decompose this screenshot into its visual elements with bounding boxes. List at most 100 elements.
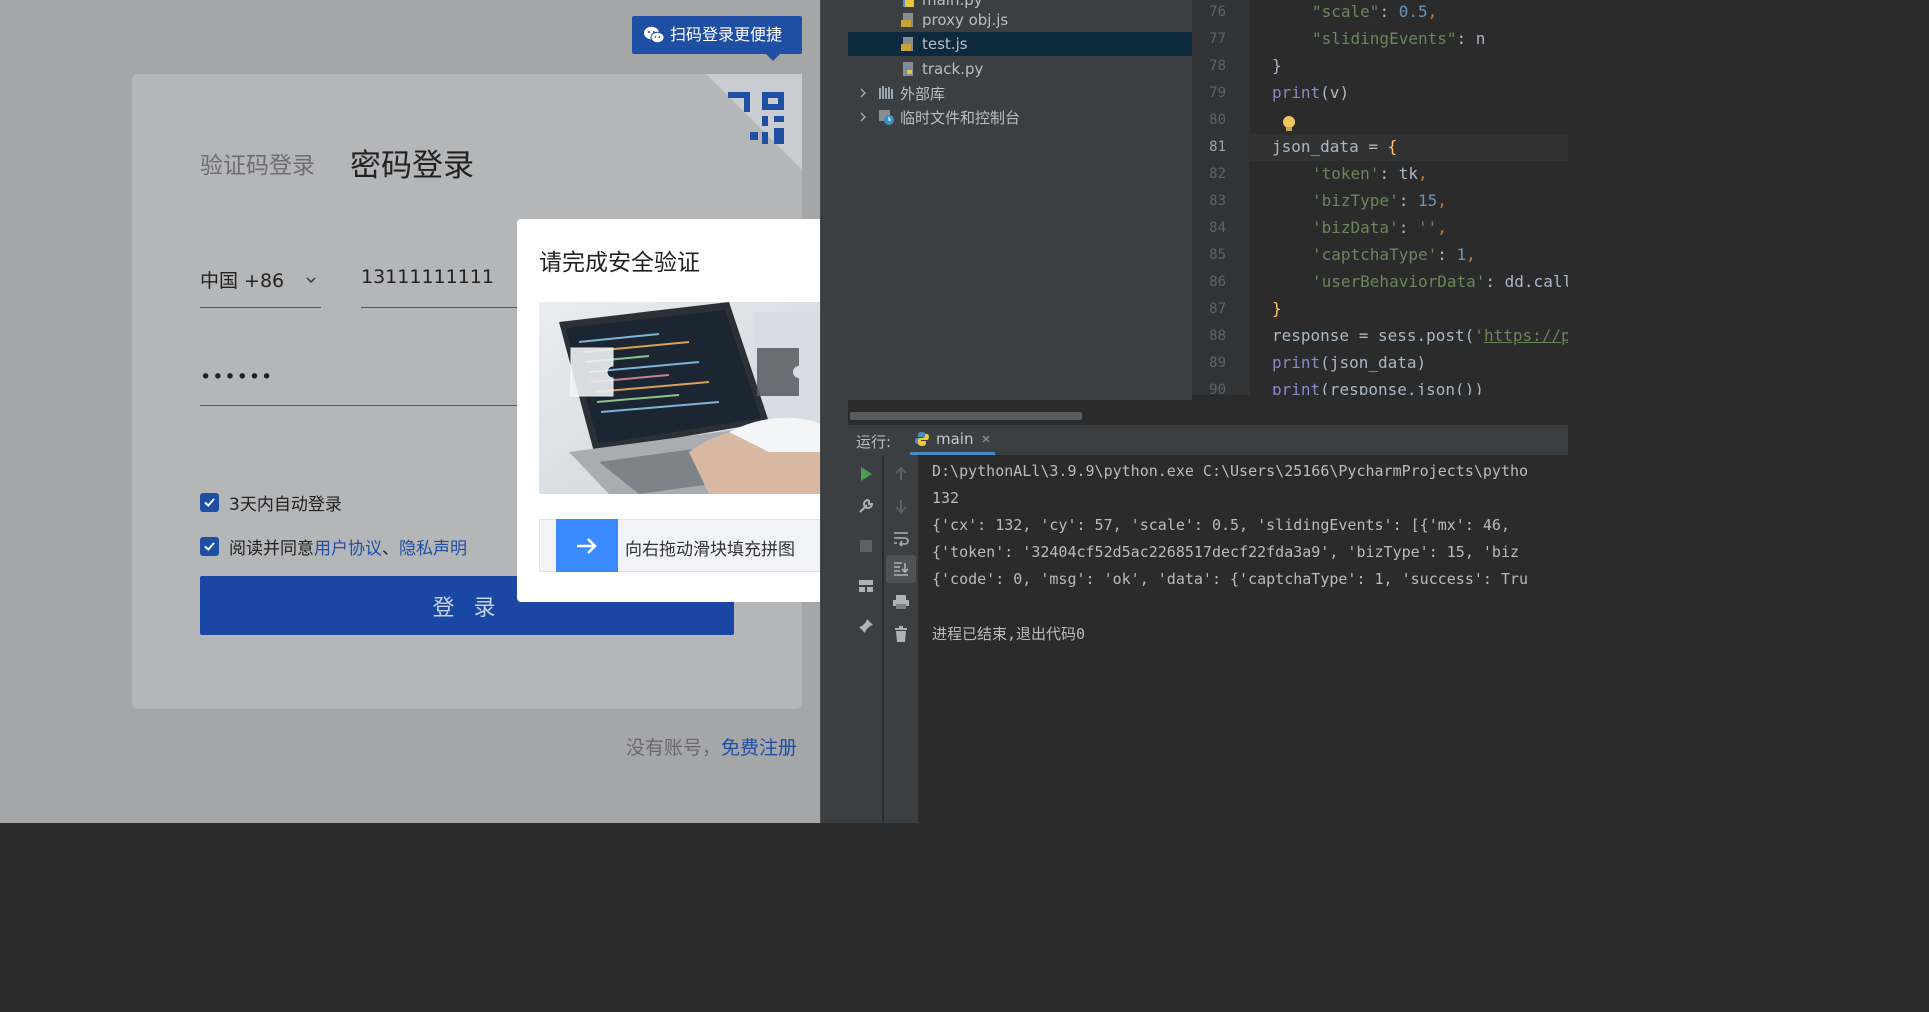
wrench-icon[interactable] [857, 497, 875, 515]
agreement-checkbox[interactable] [200, 537, 219, 556]
code-line-79: print(v) [1272, 83, 1350, 102]
tree-file-proxy[interactable]: proxy obj.js [900, 8, 1008, 32]
run-tab-label: main [936, 429, 974, 448]
print-icon[interactable] [892, 593, 910, 611]
layout-icon[interactable] [857, 577, 875, 595]
python-icon [915, 431, 929, 446]
qr-tip-text: 扫码登录更便捷 [670, 25, 783, 44]
line-number: 82 [1209, 166, 1226, 182]
tool-window-stripe [820, 0, 848, 823]
scroll-to-end-icon [894, 562, 909, 576]
window-divider [820, 0, 821, 823]
run-icon[interactable] [857, 465, 875, 483]
code-line-77: "slidingEvents": n [1312, 29, 1486, 48]
line-number-gutter: 76 77 78 79 80 81 82 83 84 85 86 87 88 8… [1192, 0, 1250, 395]
line-number: 79 [1209, 85, 1226, 101]
qr-toggle[interactable] [706, 74, 802, 170]
console-line: {'token': '32404cf52d5ac2268517decf22fda… [932, 543, 1519, 561]
security-verification-modal: 请完成安全验证 向右拖动滑块填充拼图 [517, 219, 820, 602]
tab-sms-login[interactable]: 验证码登录 [200, 146, 315, 180]
line-number: 78 [1209, 58, 1226, 74]
lightbulb-icon[interactable] [1281, 115, 1297, 133]
user-agreement-link[interactable]: 用户协议 [314, 534, 382, 559]
scratch-icon [879, 110, 894, 125]
code-line-83: 'bizType': 15, [1312, 191, 1447, 210]
privacy-link[interactable]: 隐私声明 [399, 534, 467, 559]
console-line: D:\pythonALl\3.9.9\python.exe C:\Users\2… [932, 462, 1529, 480]
register-prompt: 没有账号，免费注册 [626, 733, 797, 760]
checkmark-icon [204, 542, 215, 551]
auto-login-option[interactable]: 3天内自动登录 [200, 490, 342, 515]
tree-file-test-selected[interactable]: test.js [848, 32, 1192, 56]
soft-wrap-icon[interactable] [892, 529, 910, 547]
line-number: 80 [1209, 112, 1226, 128]
code-line-82: 'token': tk, [1312, 164, 1428, 183]
library-icon [879, 86, 893, 99]
run-label: 运行: [856, 433, 892, 451]
tree-label: track.py [922, 60, 984, 78]
auto-login-checkbox[interactable] [200, 493, 219, 512]
run-panel-header: 运行: main [848, 425, 1568, 455]
auto-login-label: 3天内自动登录 [229, 495, 342, 515]
pin-icon[interactable] [857, 617, 875, 635]
tree-label: proxy obj.js [922, 11, 1009, 29]
close-icon[interactable] [981, 434, 991, 444]
tree-label: test.js [922, 35, 968, 53]
tree-external-libraries[interactable]: 外部库 [858, 81, 945, 105]
slider-track[interactable]: 向右拖动滑块填充拼图 [539, 519, 820, 572]
line-number: 87 [1209, 301, 1226, 317]
stop-icon[interactable] [857, 537, 875, 555]
phone-input[interactable]: 13111111111 [361, 266, 531, 308]
console-line: 132 [932, 489, 960, 507]
wechat-icon [644, 26, 665, 44]
line-number: 90 [1209, 382, 1226, 395]
python-file-icon [903, 62, 913, 76]
line-number: 86 [1209, 274, 1226, 290]
browser-viewport: 扫码登录更便捷 验证码登录 密码登录 中国 +86 13111111111 ••… [0, 0, 820, 823]
console-line: {'cx': 132, 'cy': 57, 'scale': 0.5, 'sli… [932, 516, 1510, 534]
code-line-85: 'captchaType': 1, [1312, 245, 1476, 264]
captcha-puzzle-image [539, 302, 820, 494]
tree-file-track[interactable]: track.py [900, 57, 983, 81]
tree-scratches[interactable]: 临时文件和控制台 [858, 105, 1020, 129]
run-toolbar-primary [848, 455, 882, 823]
tab-run-main[interactable]: main [910, 425, 996, 455]
qr-login-tip[interactable]: 扫码登录更便捷 [632, 16, 802, 61]
country-code-select[interactable]: 中国 +86 [200, 266, 321, 308]
code-line-87: } [1272, 299, 1282, 318]
no-account-text: 没有账号， [626, 737, 722, 759]
chevron-right-icon [860, 88, 866, 98]
line-number: 84 [1209, 220, 1226, 236]
code-line-84: 'bizData': '', [1312, 218, 1447, 237]
code-line-76: "scale": 0.5, [1312, 2, 1438, 21]
horizontal-scrollbar[interactable] [850, 412, 1082, 420]
line-number: 77 [1209, 31, 1226, 47]
password-input[interactable]: •••••• [200, 366, 530, 406]
code-editor[interactable]: 76 77 78 79 80 81 82 83 84 85 86 87 88 8… [1192, 0, 1568, 395]
code-line-78: } [1272, 56, 1282, 75]
trash-icon[interactable] [892, 625, 910, 643]
console-line: {'code': 0, 'msg': 'ok', 'data': {'captc… [932, 570, 1529, 588]
line-number: 85 [1209, 247, 1226, 263]
line-number: 83 [1209, 193, 1226, 209]
code-line-89: print(json_data) [1272, 353, 1427, 372]
code-line-88: response = sess.post('https://p [1272, 326, 1568, 345]
laptop-photo [539, 302, 820, 494]
run-console[interactable]: D:\pythonALl\3.9.9\python.exe C:\Users\2… [918, 455, 1568, 823]
js-file-icon [901, 13, 913, 27]
slider-handle[interactable] [556, 519, 618, 572]
js-file-icon [901, 37, 913, 51]
checkmark-icon [204, 498, 215, 507]
console-line: 进程已结束,退出代码0 [932, 625, 1086, 643]
tab-password-login[interactable]: 密码登录 [350, 140, 474, 185]
scroll-to-end-toggle[interactable] [886, 555, 916, 583]
run-toolbar-secondary [884, 455, 918, 823]
arrow-up-icon[interactable] [892, 465, 910, 483]
line-number: 88 [1209, 328, 1226, 344]
arrow-down-icon[interactable] [892, 497, 910, 515]
code-line-81: json_data = { [1272, 137, 1398, 156]
register-link[interactable]: 免费注册 [721, 737, 797, 759]
code-line-90: print(response.json()) [1272, 380, 1484, 395]
agreement-option[interactable]: 阅读并同意 用户协议、隐私声明 [200, 534, 467, 559]
qr-code-icon [728, 92, 784, 144]
